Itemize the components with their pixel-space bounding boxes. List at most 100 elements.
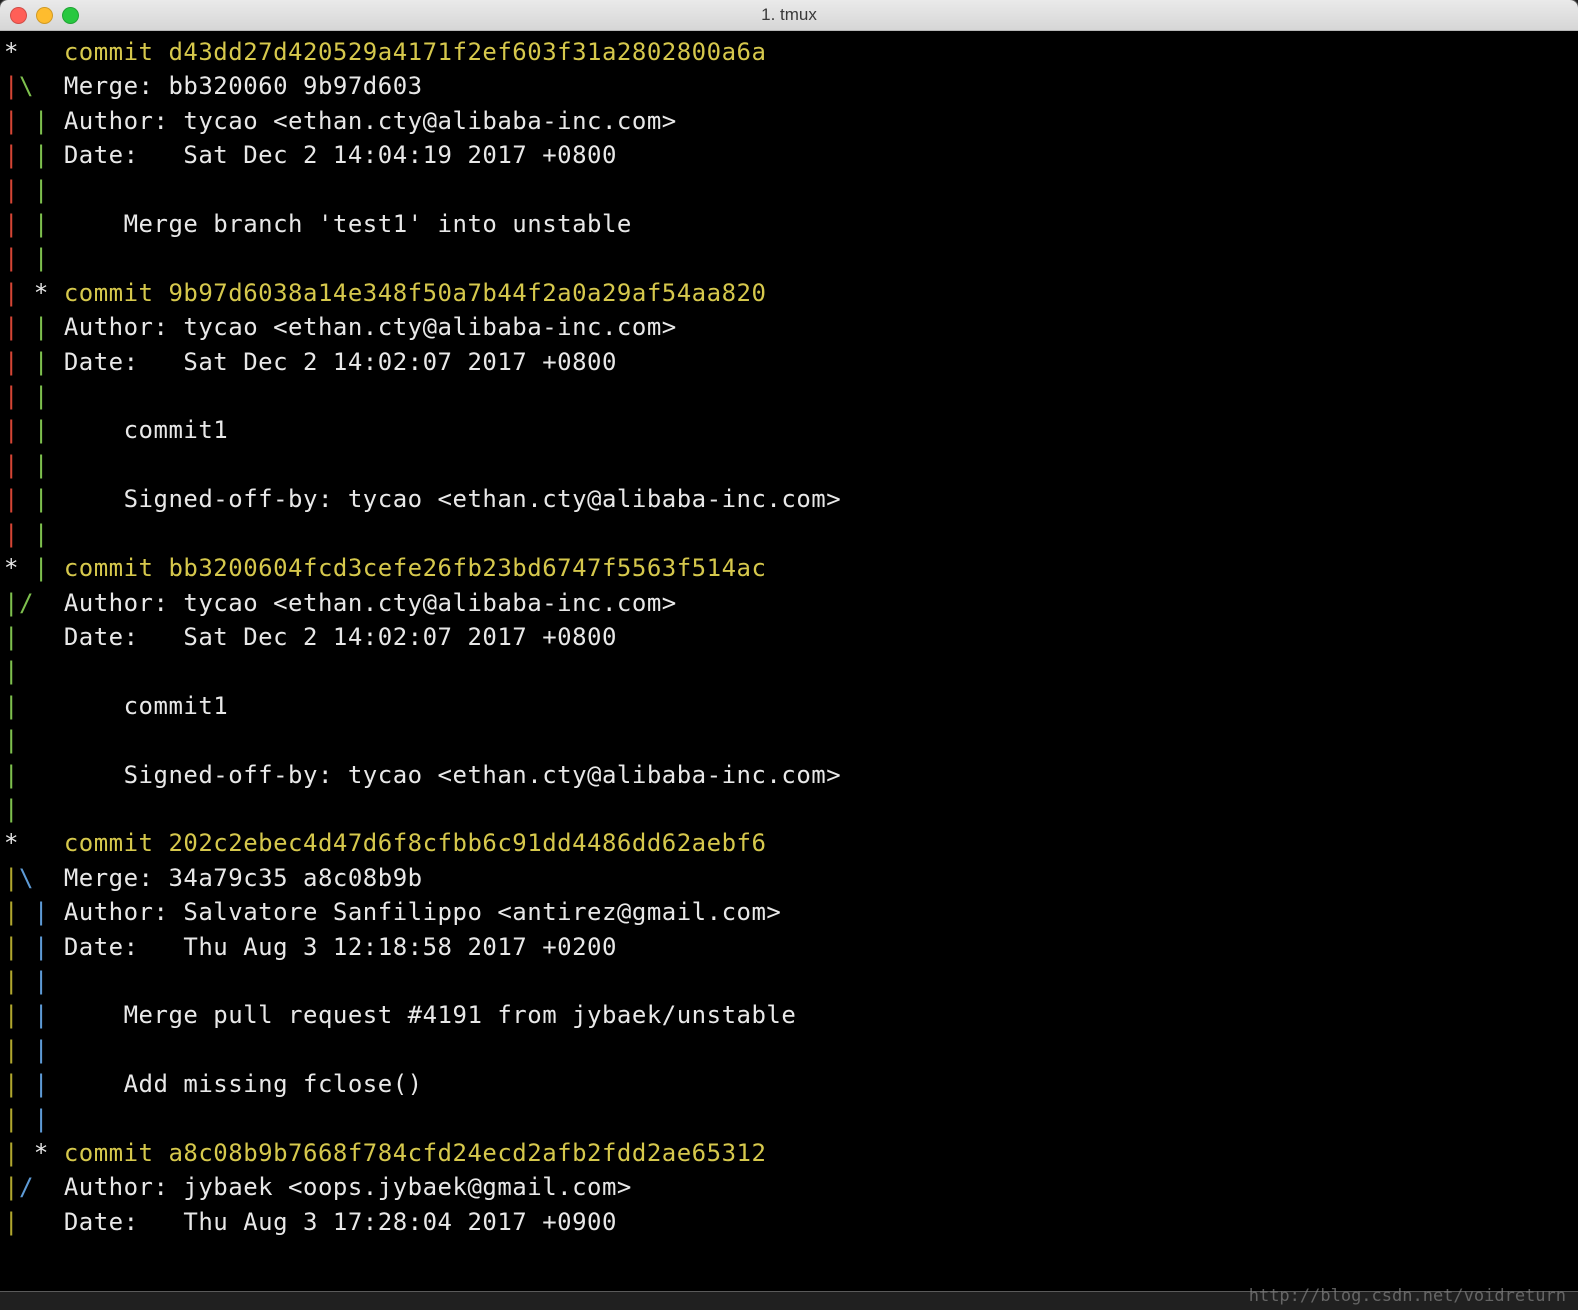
log-text: Author: tycao <ethan.cty@alibaba-inc.com… xyxy=(64,310,677,344)
graph-column: | | xyxy=(4,310,64,344)
graph-char: | xyxy=(4,689,19,723)
zoom-icon[interactable] xyxy=(62,7,79,24)
log-segment: Merge: 34a79c35 a8c08b9b xyxy=(64,864,423,892)
log-segment: Add missing fclose() xyxy=(64,1070,423,1098)
graph-char xyxy=(49,413,64,447)
graph-char xyxy=(19,654,64,688)
graph-char: | xyxy=(34,379,49,413)
log-line: | | Date: Sat Dec 2 14:04:19 2017 +0800 xyxy=(4,138,1574,172)
graph-column: * | xyxy=(4,551,64,585)
terminal-body[interactable]: * commit d43dd27d420529a4171f2ef603f31a2… xyxy=(0,31,1578,1239)
log-segment: commit a8c08b9b7668f784cfd24ecd2afb2fdd2… xyxy=(64,1139,767,1167)
graph-char: | xyxy=(34,1067,49,1101)
minimize-icon[interactable] xyxy=(36,7,53,24)
graph-column: | xyxy=(4,758,64,792)
graph-column: | | xyxy=(4,1033,64,1067)
graph-char: | xyxy=(4,517,19,551)
watermark: http://blog.csdn.net/voidreturn xyxy=(1249,1286,1566,1306)
log-segment: Date: Sat Dec 2 14:04:19 2017 +0800 xyxy=(64,141,617,169)
log-text: commit1 xyxy=(64,413,228,447)
log-line: | | xyxy=(4,379,1574,413)
graph-char xyxy=(19,241,34,275)
graph-char: | xyxy=(34,930,49,964)
graph-char: * xyxy=(34,276,49,310)
graph-char xyxy=(49,276,64,310)
graph-char: / xyxy=(19,586,34,620)
log-segment: commit1 xyxy=(64,416,228,444)
log-segment: commit bb3200604fcd3cefe26fb23bd6747f556… xyxy=(64,554,767,582)
log-segment: Author: tycao <ethan.cty@alibaba-inc.com… xyxy=(64,107,677,135)
log-line: | xyxy=(4,792,1574,826)
graph-char: | xyxy=(34,1102,49,1136)
graph-char: | xyxy=(4,654,19,688)
log-line: | | Merge branch 'test1' into unstable xyxy=(4,207,1574,241)
log-line: |/ Author: tycao <ethan.cty@alibaba-inc.… xyxy=(4,586,1574,620)
log-line: | | xyxy=(4,964,1574,998)
graph-char xyxy=(49,551,64,585)
graph-char: | xyxy=(4,1136,19,1170)
graph-column: | | xyxy=(4,448,64,482)
log-segment: Author: tycao <ethan.cty@alibaba-inc.com… xyxy=(64,313,677,341)
graph-column: | xyxy=(4,723,64,757)
graph-char: | xyxy=(34,551,49,585)
graph-column: | | xyxy=(4,482,64,516)
log-text: Signed-off-by: tycao <ethan.cty@alibaba-… xyxy=(64,482,841,516)
graph-char: * xyxy=(34,1136,49,1170)
graph-char: | xyxy=(34,998,49,1032)
titlebar[interactable]: 1. tmux xyxy=(0,0,1578,31)
graph-char xyxy=(19,413,34,447)
log-text: Author: tycao <ethan.cty@alibaba-inc.com… xyxy=(64,104,677,138)
graph-char xyxy=(19,1033,34,1067)
log-segment: Author: Salvatore Sanfilippo <antirez@gm… xyxy=(64,898,782,926)
log-line: | | xyxy=(4,1033,1574,1067)
graph-char xyxy=(19,310,34,344)
graph-char: | xyxy=(34,138,49,172)
log-segment: commit 9b97d6038a14e348f50a7b44f2a0a29af… xyxy=(64,279,767,307)
graph-char xyxy=(19,998,34,1032)
log-line: | | xyxy=(4,241,1574,275)
log-text: Date: Sat Dec 2 14:04:19 2017 +0800 xyxy=(64,138,617,172)
graph-char: \ xyxy=(19,69,34,103)
graph-char xyxy=(49,448,64,482)
log-line: |\ Merge: 34a79c35 a8c08b9b xyxy=(4,861,1574,895)
graph-char xyxy=(49,998,64,1032)
graph-char xyxy=(19,207,34,241)
graph-char xyxy=(19,758,64,792)
log-segment: commit d43dd27d420529a4171f2ef603f31a280… xyxy=(64,38,767,66)
graph-char xyxy=(19,517,34,551)
graph-char: | xyxy=(4,482,19,516)
graph-char: | xyxy=(34,207,49,241)
graph-char xyxy=(19,448,34,482)
graph-char: | xyxy=(34,345,49,379)
graph-char xyxy=(49,104,64,138)
log-line: | | Merge pull request #4191 from jybaek… xyxy=(4,998,1574,1032)
log-text: Date: Sat Dec 2 14:02:07 2017 +0800 xyxy=(64,345,617,379)
graph-char: | xyxy=(4,1033,19,1067)
graph-char: * xyxy=(4,35,19,69)
log-line: | Date: Sat Dec 2 14:02:07 2017 +0800 xyxy=(4,620,1574,654)
graph-char: | xyxy=(34,517,49,551)
log-text: Merge: bb320060 9b97d603 xyxy=(64,69,423,103)
graph-char: | xyxy=(4,1067,19,1101)
log-segment: Date: Thu Aug 3 17:28:04 2017 +0900 xyxy=(64,1208,617,1236)
graph-char xyxy=(19,1205,64,1239)
graph-char xyxy=(49,207,64,241)
graph-column: | * xyxy=(4,276,64,310)
log-text: commit 202c2ebec4d47d6f8cfbb6c91dd4486dd… xyxy=(64,826,767,860)
graph-char xyxy=(19,1102,34,1136)
log-segment: commit1 xyxy=(64,692,228,720)
log-line: | | Signed-off-by: tycao <ethan.cty@alib… xyxy=(4,482,1574,516)
terminal-window: 1. tmux * commit d43dd27d420529a4171f2ef… xyxy=(0,0,1578,1291)
log-line: | | xyxy=(4,173,1574,207)
log-line: | | xyxy=(4,517,1574,551)
graph-char xyxy=(19,1067,34,1101)
log-segment: commit 202c2ebec4d47d6f8cfbb6c91dd4486dd… xyxy=(64,829,767,857)
log-text: commit a8c08b9b7668f784cfd24ecd2afb2fdd2… xyxy=(64,1136,767,1170)
log-line: | Signed-off-by: tycao <ethan.cty@alibab… xyxy=(4,758,1574,792)
graph-column: | | xyxy=(4,241,64,275)
log-text: Signed-off-by: tycao <ethan.cty@alibaba-… xyxy=(64,758,841,792)
close-icon[interactable] xyxy=(10,7,27,24)
graph-char: | xyxy=(4,930,19,964)
log-segment: Merge pull request #4191 from jybaek/uns… xyxy=(64,1001,797,1029)
log-line: |/ Author: jybaek <oops.jybaek@gmail.com… xyxy=(4,1170,1574,1204)
